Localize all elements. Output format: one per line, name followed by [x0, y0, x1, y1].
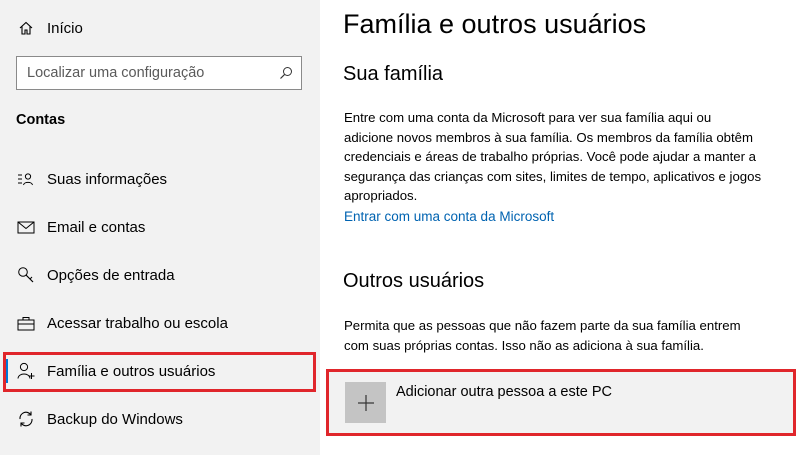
other-users-heading: Outros usuários: [343, 270, 485, 292]
search-box[interactable]: [16, 56, 302, 90]
home-link[interactable]: Início: [16, 16, 83, 40]
sidebar-item-label: Suas informações: [47, 170, 168, 188]
main-content: Família e outros usuários Sua família En…: [320, 0, 811, 455]
sidebar-item-acessar-trabalho[interactable]: Acessar trabalho ou escola: [0, 299, 320, 347]
sidebar-item-email-e-contas[interactable]: Email e contas: [0, 203, 320, 251]
other-users-description: Permita que as pessoas que não fazem par…: [344, 318, 741, 353]
home-icon: [16, 18, 36, 38]
add-person-label: Adicionar outra pessoa a este PC: [396, 383, 613, 400]
family-description: Entre com uma conta da Microsoft para ve…: [344, 110, 762, 203]
briefcase-icon: [16, 313, 36, 333]
sidebar-item-suas-informacoes[interactable]: Suas informações: [0, 155, 320, 203]
sidebar-item-label: Email e contas: [47, 218, 146, 236]
sidebar-item-label: Backup do Windows: [47, 410, 183, 428]
microsoft-signin-link[interactable]: Entrar com uma conta da Microsoft: [344, 209, 554, 224]
section-title: Contas: [16, 112, 66, 128]
sidebar-item-familia[interactable]: Família e outros usuários: [0, 347, 320, 395]
sidebar-item-opcoes-de-entrada[interactable]: Opções de entrada: [0, 251, 320, 299]
sidebar: Início Contas Suas informações Email e c…: [0, 0, 320, 455]
add-person-icon: [16, 361, 36, 381]
sidebar-item-backup[interactable]: Backup do Windows: [0, 395, 320, 443]
family-heading: Sua família: [343, 63, 444, 85]
add-person-button[interactable]: Adicionar outra pessoa a este PC: [326, 369, 796, 436]
sidebar-item-label: Família e outros usuários: [47, 362, 216, 380]
sidebar-item-label: Acessar trabalho ou escola: [47, 314, 228, 332]
home-label: Início: [47, 19, 83, 37]
page-title: Família e outros usuários: [343, 9, 647, 39]
search-icon[interactable]: [271, 58, 301, 88]
key-icon: [16, 265, 36, 285]
plus-icon: [345, 382, 386, 423]
search-input[interactable]: [17, 58, 271, 88]
mail-icon: [16, 217, 36, 237]
person-card-icon: [16, 169, 36, 189]
sync-icon: [16, 409, 36, 429]
sidebar-item-label: Opções de entrada: [47, 266, 175, 284]
